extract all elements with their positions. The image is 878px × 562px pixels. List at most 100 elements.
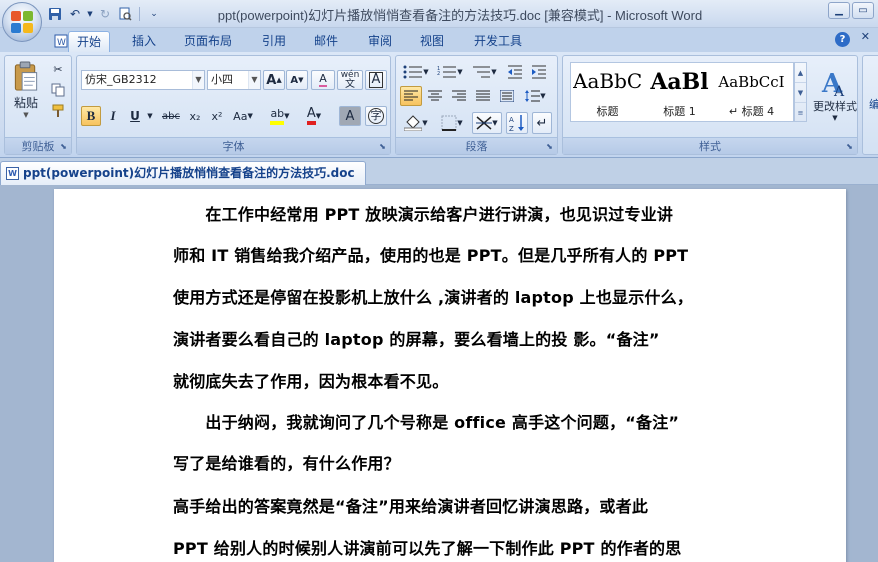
paragraph-launcher-icon[interactable]: ⬊	[544, 141, 555, 152]
tab-mailings[interactable]: 邮件	[306, 31, 346, 52]
decrease-indent-button[interactable]	[504, 62, 526, 82]
gallery-down-icon[interactable]: ▼	[795, 83, 806, 103]
style-sample: AaBl	[650, 69, 709, 95]
numbering-button[interactable]: 1 2 ▼	[434, 62, 466, 82]
copy-icon[interactable]	[48, 81, 68, 99]
borders-button[interactable]: ▼	[436, 112, 468, 134]
font-color-button[interactable]: A ▼	[299, 106, 329, 126]
style-item-heading-4[interactable]: AaBbCcI ↵ 标题 4	[717, 65, 786, 120]
grow-font-button[interactable]: A ▲	[263, 70, 285, 90]
tab-page-layout[interactable]: 页面布局	[176, 31, 240, 52]
document-page[interactable]: 在工作中经常用 PPT 放映演示给客户进行讲演，也见识过专业讲 师和 IT 销售…	[54, 189, 846, 562]
font-size-combo[interactable]: 小四 ▼	[207, 70, 261, 90]
style-item-heading-1[interactable]: AaBl 标题 1	[645, 65, 714, 120]
print-preview-icon[interactable]	[116, 5, 134, 23]
tab-references[interactable]: 引用	[254, 31, 294, 52]
paste-button[interactable]: 粘贴 ▼	[8, 60, 44, 120]
document-area: 在工作中经常用 PPT 放映演示给客户进行讲演，也见识过专业讲 师和 IT 销售…	[0, 185, 878, 562]
justify-button[interactable]	[472, 86, 494, 106]
underline-dropdown-icon[interactable]: ▼	[145, 106, 155, 126]
save-icon[interactable]	[46, 5, 64, 23]
styles-gallery-scroll: ▲ ▼ ≡	[794, 62, 807, 122]
align-left-button[interactable]	[400, 86, 422, 106]
format-painter-icon[interactable]	[48, 102, 68, 120]
bold-button[interactable]: B	[81, 106, 101, 126]
cut-icon[interactable]: ✂	[48, 60, 68, 78]
svg-text:Z: Z	[509, 125, 514, 132]
quick-access-toolbar: ↶ ▼ ↻ ⌄	[46, 4, 163, 24]
superscript-button[interactable]: x²	[207, 106, 227, 126]
highlighter-icon: ab	[270, 107, 285, 125]
style-name: 标题	[596, 105, 619, 118]
help-icon[interactable]: ?	[835, 32, 850, 47]
paste-label: 粘贴	[13, 96, 38, 110]
text-highlight-button[interactable]: ab ▼	[265, 106, 295, 126]
dropdown-arrow-icon[interactable]: ▼	[86, 5, 94, 23]
bullets-button[interactable]: ▼	[400, 62, 432, 82]
undo-icon[interactable]: ↶	[66, 5, 84, 23]
increase-indent-button[interactable]	[528, 62, 550, 82]
clipboard-group: 粘贴 ▼ ✂ 剪贴板 ⬊	[4, 55, 72, 155]
strikethrough-button[interactable]: abc	[159, 106, 183, 126]
align-right-button[interactable]	[448, 86, 470, 106]
svg-text:W: W	[57, 38, 66, 48]
font-launcher-icon[interactable]: ⬊	[377, 141, 388, 152]
clipboard-launcher-icon[interactable]: ⬊	[58, 141, 69, 152]
clear-formatting-button[interactable]: A	[311, 70, 335, 90]
style-item-title[interactable]: AaBbC 标题	[573, 65, 642, 120]
customize-qat-icon[interactable]: ⌄	[145, 5, 163, 23]
styles-group: AaBbC 标题 AaBl 标题 1 AaBbCcI ↵ 标题 4 ▲ ▼ ≡ …	[562, 55, 858, 155]
change-case-button[interactable]: Aa ▼	[229, 106, 257, 126]
styles-launcher-icon[interactable]: ⬊	[844, 141, 855, 152]
redo-icon[interactable]: ↻	[96, 5, 114, 23]
gallery-more-icon[interactable]: ≡	[795, 103, 806, 123]
shading-button[interactable]: ▼	[400, 112, 432, 134]
styles-group-label: 样式	[563, 137, 857, 154]
shrink-font-button[interactable]: A ▼	[286, 70, 308, 90]
tab-home[interactable]: 开始	[68, 31, 111, 52]
minimize-icon[interactable]: ▁	[828, 2, 850, 19]
sort-icon: AZ	[509, 115, 524, 132]
font-group: 仿宋_GB2312 ▼ 小四 ▼ A ▲ A ▼ A wén 文 A B I U ▼ …	[76, 55, 391, 155]
font-size-dropdown-icon[interactable]: ▼	[248, 71, 260, 89]
tab-insert[interactable]: 插入	[124, 31, 164, 52]
show-hide-marks-button[interactable]: ↵	[532, 112, 552, 134]
borders-icon	[441, 115, 457, 131]
paint-bucket-icon	[404, 115, 423, 131]
increase-indent-icon	[532, 65, 546, 79]
gallery-up-icon[interactable]: ▲	[795, 63, 806, 83]
italic-button[interactable]: I	[103, 106, 123, 126]
tab-view[interactable]: 视图	[412, 31, 452, 52]
distributed-button[interactable]	[496, 86, 518, 106]
office-button[interactable]	[2, 2, 42, 42]
asian-layout-button[interactable]: ▼	[472, 112, 502, 134]
svg-text:A: A	[509, 116, 514, 124]
underline-button[interactable]: U	[125, 106, 145, 126]
svg-text:A: A	[833, 84, 845, 98]
multilevel-list-button[interactable]: ▼	[468, 62, 500, 82]
tab-review[interactable]: 审阅	[360, 31, 400, 52]
subscript-button[interactable]: x₂	[185, 106, 205, 126]
close-ribbon-icon[interactable]: ✕	[861, 30, 870, 43]
character-border-button[interactable]: A	[365, 70, 387, 90]
align-center-button[interactable]	[424, 86, 446, 106]
svg-text:2: 2	[437, 71, 440, 77]
line-spacing-button[interactable]: ▼	[520, 86, 550, 106]
font-name-combo[interactable]: 仿宋_GB2312 ▼	[81, 70, 205, 90]
font-size-value: 小四	[211, 73, 233, 86]
sort-button[interactable]: AZ	[506, 112, 528, 134]
grow-font-label: A	[266, 72, 277, 88]
enclose-characters-button[interactable]: 字	[365, 106, 387, 126]
ribbon: 粘贴 ▼ ✂ 剪贴板 ⬊ 仿宋_GB2312 ▼ 小四 ▼ A ▲ A ▼ A wé…	[0, 52, 878, 158]
distributed-icon	[500, 90, 514, 102]
maximize-icon[interactable]: ▭	[852, 2, 874, 19]
editing-icon[interactable]: 编	[869, 96, 878, 112]
character-shading-button[interactable]: A	[339, 106, 361, 126]
font-name-dropdown-icon[interactable]: ▼	[192, 71, 204, 89]
phonetic-guide-button[interactable]: wén 文	[337, 70, 363, 90]
tab-developer[interactable]: 开发工具	[466, 31, 530, 52]
align-right-icon	[452, 90, 466, 101]
document-tab-label: ppt(powerpoint)幻灯片播放悄悄查看备注的方法技巧.doc	[23, 166, 355, 180]
change-styles-button[interactable]: AA 更改样式 ▼	[811, 60, 859, 130]
document-tab[interactable]: W ppt(powerpoint)幻灯片播放悄悄查看备注的方法技巧.doc	[0, 161, 366, 185]
